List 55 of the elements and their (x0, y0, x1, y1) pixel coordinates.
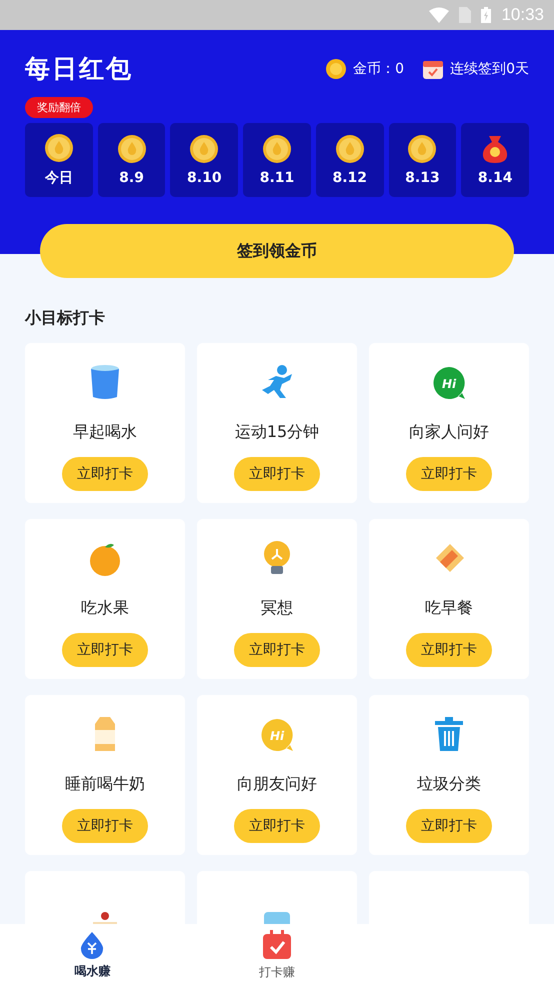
check-in-button[interactable]: 立即打卡 (62, 633, 148, 667)
coin-balance: 金币：0 (353, 60, 404, 78)
task-label: 冥想 (261, 598, 293, 619)
check-in-button[interactable]: 立即打卡 (62, 809, 148, 843)
task-label: 垃圾分类 (417, 774, 481, 795)
water-drop-icon (79, 930, 106, 958)
light-bulb-icon (262, 540, 292, 576)
chat-bubble-icon: Hi (432, 366, 466, 400)
day-label: 8.12 (332, 170, 367, 186)
nav-tab[interactable]: 喝水赚 (0, 924, 185, 986)
calendar-check-icon (262, 930, 292, 960)
section-title: 小目标打卡 (24, 307, 106, 329)
check-in-button[interactable]: 立即打卡 (234, 633, 320, 667)
day-label: 8.11 (260, 170, 294, 186)
check-in-button[interactable]: 立即打卡 (234, 809, 320, 843)
task-label: 睡前喝牛奶 (65, 774, 145, 795)
wifi-icon (429, 7, 450, 23)
task-label: 吃水果 (81, 598, 129, 619)
sign-in-button[interactable]: 签到领金币 (40, 224, 514, 278)
fruit-icon (88, 542, 122, 576)
task-label: 向家人问好 (409, 422, 489, 443)
day-label: 8.14 (478, 170, 512, 186)
running-person-icon (260, 364, 294, 400)
day-label: 8.13 (405, 170, 440, 186)
coin-icon (325, 58, 348, 80)
trash-bin-icon (434, 716, 464, 752)
day-label: 8.10 (187, 170, 222, 186)
water-glass-icon (90, 364, 120, 400)
coin-icon (116, 134, 147, 164)
check-in-button[interactable]: 立即打卡 (62, 457, 148, 491)
check-in-button[interactable]: 立即打卡 (406, 457, 492, 491)
no-sim-icon (459, 7, 472, 23)
bonus-badge: 奖励翻倍 (25, 97, 93, 118)
check-in-button[interactable]: 立即打卡 (234, 457, 320, 491)
day-label: 8.9 (119, 170, 144, 186)
coin-icon (334, 134, 365, 164)
day-label: 今日 (44, 169, 73, 187)
battery-icon (481, 7, 492, 23)
box-icon (264, 912, 290, 924)
task-label: 运动15分钟 (234, 422, 320, 443)
coin-icon (262, 134, 292, 164)
task-label: 早起喝水 (73, 422, 137, 443)
chat-bubble-icon: Hi (260, 718, 294, 752)
check-in-button[interactable]: 立即打卡 (406, 633, 492, 667)
streak-text: 连续签到0天 (450, 60, 529, 78)
coin-icon (44, 133, 74, 163)
coin-icon (407, 134, 438, 164)
cake-icon (93, 912, 117, 924)
nav-tab[interactable]: 打卡赚 (184, 924, 370, 986)
task-label: 向朋友问好 (237, 774, 317, 795)
milk-carton-icon (92, 716, 118, 752)
task-label: 吃早餐 (425, 598, 473, 619)
app-logo: 每日红包 (25, 53, 133, 85)
coin-icon (189, 134, 220, 164)
check-in-button[interactable]: 立即打卡 (406, 809, 492, 843)
